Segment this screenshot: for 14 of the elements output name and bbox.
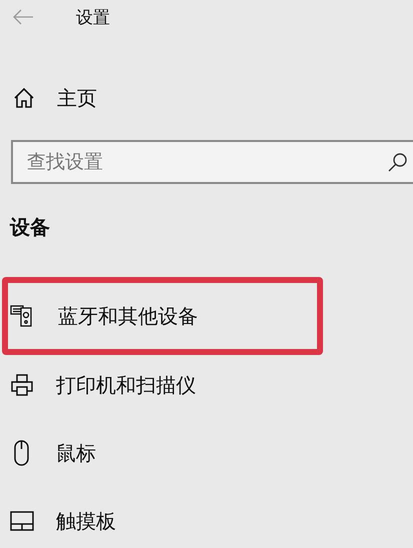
touchpad-icon	[10, 511, 34, 531]
nav-item[interactable]: 鼠标	[2, 425, 323, 481]
home-link[interactable]: 主页	[0, 78, 413, 118]
search-icon	[387, 151, 409, 173]
nav-item[interactable]: 触摸板	[2, 493, 323, 548]
printer-icon	[10, 373, 34, 397]
window-title: 设置	[76, 6, 110, 28]
search-field[interactable]: 查找设置	[11, 140, 413, 184]
section-heading: 设备	[10, 214, 51, 241]
back-arrow-icon	[12, 9, 34, 25]
home-icon	[13, 87, 35, 109]
nav-item[interactable]: 打印机和扫描仪	[2, 357, 323, 413]
highlighted-nav-item[interactable]: 蓝牙和其他设备	[2, 277, 323, 355]
back-button[interactable]	[12, 9, 34, 25]
